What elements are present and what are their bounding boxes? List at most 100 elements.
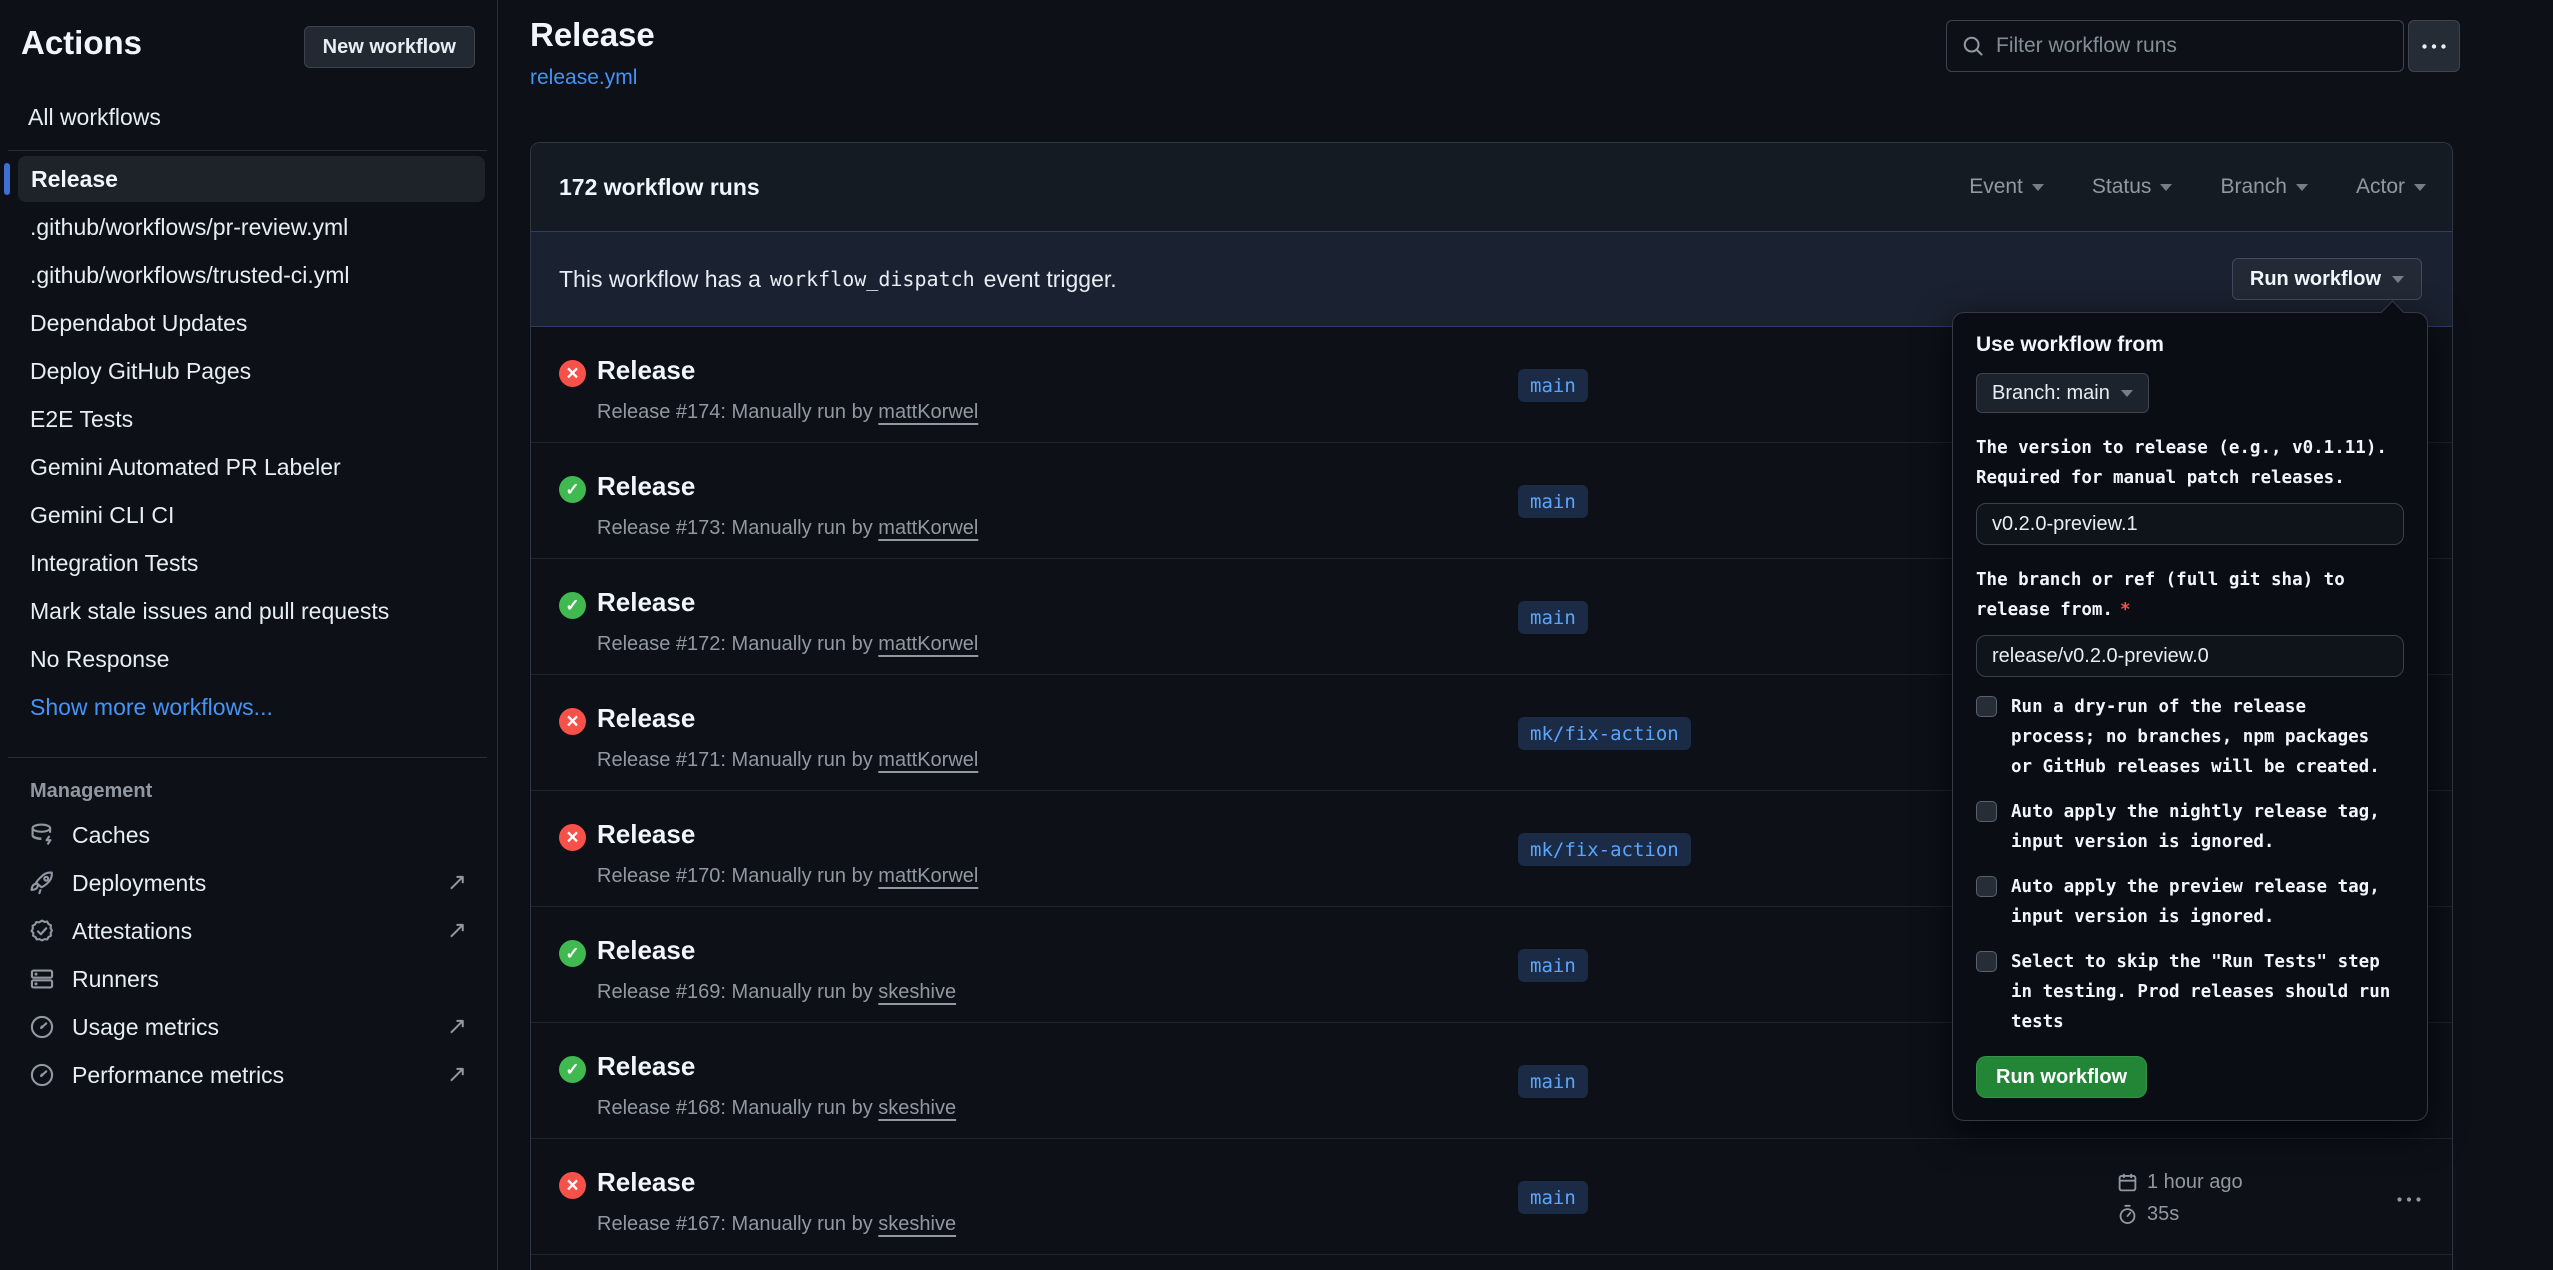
checkbox[interactable] [1976,801,1997,822]
sidebar-item--github-workflows-trusted-ci-yml[interactable]: .github/workflows/trusted-ci.yml [0,251,497,299]
workflow-run-row[interactable]: × Release Release #167: Manually run by … [531,1139,2452,1255]
sidebar-item-no-response[interactable]: No Response [0,635,497,683]
runs-list-header: 172 workflow runs Event Status Branch Ac… [531,143,2452,231]
branch-badge[interactable]: mk/fix-action [1518,833,1691,866]
filter-dropdown-actor[interactable]: Actor [2356,175,2426,199]
run-title-link[interactable]: Release [597,935,695,966]
run-description: Release #168: Manually run by skeshive [597,1097,956,1120]
run-workflow-dropdown-button[interactable]: Run workflow [2232,258,2422,300]
sidebar-item-release[interactable]: Release [18,156,485,202]
run-title-link[interactable]: Release [597,819,695,850]
kebab-horizontal-icon [2396,1196,2422,1203]
runs-filter-bar: Event Status Branch Actor [1969,175,2426,199]
server-icon [29,966,55,992]
run-actor-link[interactable]: skeshive [878,1213,956,1235]
run-description: Release #172: Manually run by mattKorwel [597,633,978,656]
run-description: Release #171: Manually run by mattKorwel [597,749,978,772]
new-workflow-button[interactable]: New workflow [304,26,475,68]
run-actor-link[interactable]: mattKorwel [878,865,978,887]
search-icon [1962,35,1984,57]
run-actor-link[interactable]: skeshive [878,981,956,1003]
external-link-icon: ↗ [447,919,467,943]
run-title-link[interactable]: Release [597,1167,695,1198]
filter-workflow-runs-box [1946,20,2404,72]
workflow-file-link[interactable]: release.yml [530,66,637,90]
branch-badge[interactable]: main [1518,601,1588,634]
run-title-link[interactable]: Release [597,587,695,618]
run-duration: 35s [2147,1203,2179,1226]
branch-badge[interactable]: main [1518,485,1588,518]
sidebar-item-integration-tests[interactable]: Integration Tests [0,539,497,587]
chevron-down-icon [2032,184,2044,191]
dialog-checkbox-row[interactable]: Select to skip the "Run Tests" step in t… [1976,947,2404,1037]
run-started-time: 1 hour ago [2147,1171,2243,1194]
sidebar-item-dependabot-updates[interactable]: Dependabot Updates [0,299,497,347]
external-link-icon: ↗ [447,871,467,895]
page-kebab-menu-button[interactable] [2408,20,2460,72]
run-title-link[interactable]: Release [597,355,695,386]
sidebar-item-attestations[interactable]: Attestations ↗ [0,907,497,955]
run-description: Release #174: Manually run by mattKorwel [597,401,978,424]
checkbox[interactable] [1976,951,1997,972]
dialog-title: Use workflow from [1976,333,2404,357]
run-actor-link[interactable]: mattKorwel [878,749,978,771]
field-description: The branch or ref (full git sha) to rele… [1976,565,2404,625]
filter-dropdown-branch[interactable]: Branch [2220,175,2308,199]
checkbox[interactable] [1976,876,1997,897]
success-icon: ✓ [559,476,586,503]
failure-icon: × [559,360,586,387]
sidebar-item-mark-stale-issues-and-pull-requests[interactable]: Mark stale issues and pull requests [0,587,497,635]
checkbox[interactable] [1976,696,1997,717]
banner-text: event trigger. [984,266,1117,293]
show-more-workflows-link[interactable]: Show more workflows... [0,683,497,731]
branch-selector-button[interactable]: Branch: main [1976,373,2149,413]
calendar-icon [2117,1172,2138,1193]
run-actor-link[interactable]: mattKorwel [878,401,978,423]
dialog-checkbox-row[interactable]: Run a dry-run of the release process; no… [1976,692,2404,782]
sidebar-item-all-workflows[interactable]: All workflows [0,94,497,140]
checkbox-label: Auto apply the nightly release tag, inpu… [2011,797,2395,857]
filter-dropdown-event[interactable]: Event [1969,175,2044,199]
meter-icon [29,1062,55,1088]
branch-badge[interactable]: main [1518,369,1588,402]
sidebar-item-deployments[interactable]: Deployments ↗ [0,859,497,907]
success-icon: ✓ [559,592,586,619]
github-actions-page: Actions New workflow All workflows Relea… [0,0,2553,1270]
branch-badge[interactable]: main [1518,1065,1588,1098]
external-link-icon: ↗ [447,1015,467,1039]
branch-badge[interactable]: mk/fix-action [1518,717,1691,750]
dialog-checkbox-row[interactable]: Auto apply the nightly release tag, inpu… [1976,797,2404,857]
workflow-input-field[interactable] [1976,635,2404,677]
sidebar-item-caches[interactable]: Caches [0,811,497,859]
stopwatch-icon [2117,1204,2138,1225]
banner-code: workflow_dispatch [770,267,975,291]
run-actor-link[interactable]: mattKorwel [878,517,978,539]
run-actor-link[interactable]: mattKorwel [878,633,978,655]
sidebar-item-gemini-automated-pr-labeler[interactable]: Gemini Automated PR Labeler [0,443,497,491]
failure-icon: × [559,708,586,735]
sidebar-item-e2e-tests[interactable]: E2E Tests [0,395,497,443]
run-title-link[interactable]: Release [597,471,695,502]
branch-badge[interactable]: main [1518,949,1588,982]
branch-badge[interactable]: main [1518,1181,1588,1214]
run-actor-link[interactable]: skeshive [878,1097,956,1119]
sidebar-item-gemini-cli-ci[interactable]: Gemini CLI CI [0,491,497,539]
filter-dropdown-status[interactable]: Status [2092,175,2173,199]
run-workflow-submit-button[interactable]: Run workflow [1976,1056,2147,1098]
sidebar-item-performance-metrics[interactable]: Performance metrics ↗ [0,1051,497,1099]
sidebar-item-deploy-github-pages[interactable]: Deploy GitHub Pages [0,347,497,395]
chevron-down-icon [2160,184,2172,191]
run-kebab-menu-button[interactable] [2396,1191,2422,1206]
sidebar-item--github-workflows-pr-review-yml[interactable]: .github/workflows/pr-review.yml [0,203,497,251]
run-title-link[interactable]: Release [597,1051,695,1082]
verified-icon [29,918,55,944]
run-description: Release #169: Manually run by skeshive [597,981,956,1004]
workflow-input-field[interactable] [1976,503,2404,545]
sidebar-item-usage-metrics[interactable]: Usage metrics ↗ [0,1003,497,1051]
filter-workflow-runs-input[interactable] [1996,34,2388,58]
sidebar-item-runners[interactable]: Runners [0,955,497,1003]
run-title-link[interactable]: Release [597,703,695,734]
dialog-fields: The version to release (e.g., v0.1.11). … [1976,433,2404,677]
run-description: Release #173: Manually run by mattKorwel [597,517,978,540]
dialog-checkbox-row[interactable]: Auto apply the preview release tag, inpu… [1976,872,2404,932]
